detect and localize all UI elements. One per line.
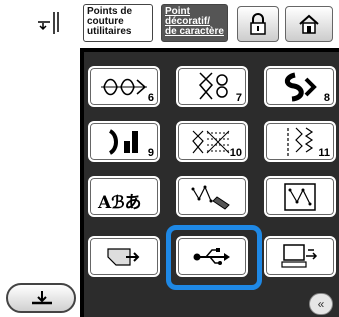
character-font-label: Aℬあ — [98, 193, 142, 213]
stitch-category-11-button[interactable]: 11 — [264, 121, 336, 162]
computer-button[interactable] — [264, 236, 336, 277]
floral-stitch-icon — [101, 78, 147, 95]
memory-pocket-icon — [107, 247, 140, 266]
tab-utility-line3: utilitaires — [87, 26, 132, 37]
stitch-category-number: 11 — [318, 147, 330, 159]
selected-highlight — [166, 225, 262, 290]
stitch-category-number: 9 — [147, 147, 154, 159]
presser-foot-button[interactable] — [6, 283, 76, 313]
stored-custom-stitch-button[interactable] — [264, 176, 336, 217]
stitch-category-number: 10 — [229, 147, 242, 159]
custom-stitch-memory-icon — [284, 182, 316, 211]
computer-icon — [281, 243, 318, 268]
cross-stitch-icon — [198, 71, 228, 99]
my-custom-stitch-button[interactable] — [176, 176, 248, 217]
zigzag-stitch-icon — [192, 130, 230, 153]
tab-utility-stitches[interactable]: Points de couture utilitaires — [83, 4, 153, 42]
stitch-category-number: 8 — [323, 92, 330, 104]
custom-stitch-pen-icon — [191, 185, 230, 210]
stitch-category-9-button[interactable]: 9 — [88, 121, 160, 162]
stitch-category-8-button[interactable]: 8 — [264, 66, 336, 107]
lock-icon — [250, 13, 266, 35]
needle-position-icon — [36, 10, 64, 36]
tab-decorative-stitches[interactable]: Point décoratif/ de caractère — [161, 4, 228, 42]
tab-decorative-line3: de caractère — [165, 26, 224, 37]
lock-button[interactable] — [237, 6, 279, 42]
satin-stitch-icon — [284, 72, 317, 101]
home-button[interactable] — [285, 6, 333, 42]
stitch-category-7-button[interactable]: 7 — [176, 66, 248, 107]
scroll-up-button[interactable]: « — [309, 293, 333, 315]
stitch-category-number: 7 — [235, 92, 242, 104]
bar-stitch-icon — [108, 128, 138, 155]
stitch-category-10-button[interactable]: 10 — [176, 121, 248, 162]
presser-foot-icon — [32, 291, 52, 305]
stitch-category-number: 6 — [147, 92, 154, 104]
home-icon — [299, 14, 319, 34]
character-stitch-button[interactable]: Aℬあ — [88, 176, 160, 217]
straight-stitch-icon — [287, 127, 314, 156]
machine-memory-button[interactable] — [88, 236, 160, 277]
stitch-category-6-button[interactable]: 6 — [88, 66, 160, 107]
